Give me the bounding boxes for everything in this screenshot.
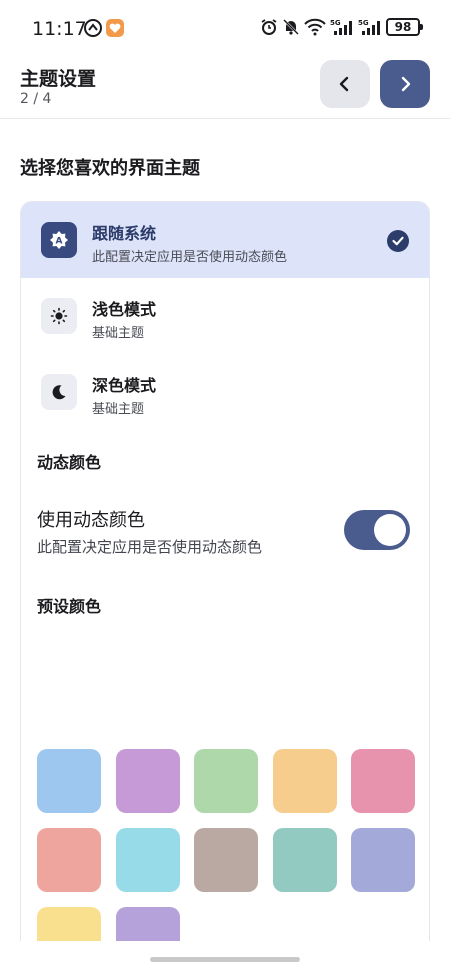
top-app-bar: 主题设置 2 / 4: [0, 56, 450, 118]
status-icons: 5G 5G 98: [260, 18, 423, 36]
battery-indicator: 98: [386, 18, 423, 36]
color-swatch[interactable]: [37, 828, 101, 892]
wifi-icon: [304, 18, 326, 36]
heart-app-icon: [106, 19, 124, 37]
check-circle-icon: [387, 230, 409, 252]
alarm-icon: [260, 18, 278, 36]
color-swatch[interactable]: [37, 907, 101, 941]
status-time: 11:17: [32, 18, 87, 40]
color-swatch[interactable]: [272, 828, 337, 892]
theme-description: 此配置决定应用是否使用动态颜色: [92, 250, 288, 265]
auto-brightness-icon: A: [41, 222, 77, 258]
color-swatch[interactable]: [194, 828, 258, 892]
svg-text:5G: 5G: [330, 19, 341, 27]
color-swatch[interactable]: [115, 749, 180, 813]
color-swatch[interactable]: [115, 907, 180, 941]
page-title: 主题设置: [20, 68, 97, 90]
theme-option-light[interactable]: 浅色模式 基础主题: [21, 278, 429, 354]
step-indicator: 2 / 4: [20, 91, 52, 107]
svg-text:5G: 5G: [358, 19, 369, 27]
header-divider: [0, 118, 450, 119]
dynamic-color-description: 此配置决定应用是否使用动态颜色: [37, 538, 263, 556]
chevron-left-icon: [339, 76, 349, 92]
theme-description: 基础主题: [92, 402, 145, 417]
color-swatch[interactable]: [272, 749, 337, 813]
home-indicator[interactable]: [150, 957, 300, 962]
color-swatch[interactable]: [351, 749, 415, 813]
svg-text:A: A: [56, 237, 63, 247]
dynamic-color-title: 使用动态颜色: [37, 510, 145, 531]
status-bar: 11:17 5G 5G 98: [0, 0, 450, 56]
preset-colors-heading: 预设颜色: [37, 597, 102, 616]
color-swatch[interactable]: [351, 828, 415, 892]
signal-5g-icon: 5G: [330, 18, 354, 36]
sun-icon: [41, 298, 77, 334]
dashboard-app-icon: [84, 19, 102, 37]
theme-option-follow-system[interactable]: A 跟随系统 此配置决定应用是否使用动态颜色: [21, 202, 429, 278]
theme-description: 基础主题: [92, 326, 145, 341]
theme-name: 跟随系统: [92, 224, 157, 243]
color-swatch[interactable]: [37, 749, 101, 813]
theme-options-card: A 跟随系统 此配置决定应用是否使用动态颜色 浅色模式 基础主题 深色模式 基础…: [20, 201, 430, 941]
chevron-right-icon: [401, 76, 411, 92]
theme-name: 浅色模式: [92, 300, 157, 319]
dynamic-color-switch[interactable]: [344, 510, 410, 550]
color-swatch[interactable]: [115, 828, 180, 892]
moon-icon: [41, 374, 77, 410]
theme-name: 深色模式: [92, 376, 157, 395]
signal-5g-icon: 5G: [358, 18, 382, 36]
theme-settings-screen: 11:17 5G 5G 98 主题设置 2 / 4 选择您喜欢的界面主题 A 跟…: [0, 0, 450, 974]
mute-icon: [282, 18, 300, 36]
previous-step-button[interactable]: [320, 60, 370, 108]
switch-knob: [374, 514, 406, 546]
section-title: 选择您喜欢的界面主题: [20, 158, 200, 179]
next-step-button[interactable]: [380, 60, 430, 108]
dynamic-color-heading: 动态颜色: [37, 453, 102, 472]
color-swatch[interactable]: [194, 749, 258, 813]
theme-option-dark[interactable]: 深色模式 基础主题: [21, 354, 429, 430]
